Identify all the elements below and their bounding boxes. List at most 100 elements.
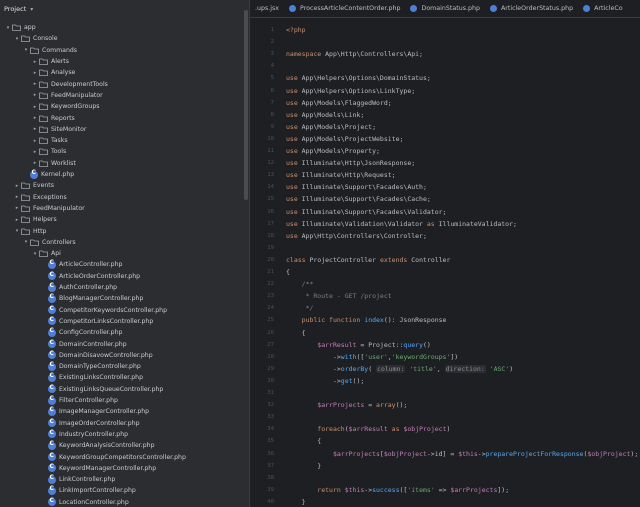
tree-folder[interactable]: ▸ Alerts (0, 56, 249, 67)
code-token: $arrProjects (450, 485, 498, 494)
editor-tab[interactable]: DomainStatus.php (405, 0, 485, 17)
project-scrollbar[interactable] (244, 10, 248, 200)
chevron-right-icon[interactable]: ▸ (31, 149, 39, 155)
line-number: 14 (267, 184, 274, 191)
editor-tab[interactable]: ProcessArticleContentOrder.php (284, 0, 405, 17)
chevron-down-icon[interactable]: ▾ (13, 228, 21, 234)
code-token: $objProject (587, 449, 631, 458)
code-token: $this (344, 485, 365, 494)
tree-folder[interactable]: ▸ KeywordGroups (0, 101, 249, 112)
code-token: Controller (411, 255, 451, 264)
tree-folder[interactable]: ▸ Tools (0, 146, 249, 157)
tree-folder[interactable]: ▾ app (0, 22, 249, 33)
tree-folder[interactable]: ▸ Reports (0, 112, 249, 123)
tree-file[interactable]: ▸LocationController.php (0, 497, 249, 507)
folder-icon (39, 115, 48, 122)
tree-folder[interactable]: ▸ Analyse (0, 67, 249, 78)
code-token: return (286, 485, 345, 494)
tree-file[interactable]: ▸IndustryController.php (0, 429, 249, 440)
tree-item-label: Alerts (51, 58, 69, 66)
code-token: -> (286, 376, 341, 385)
tree-file[interactable]: ▸DomainDisavowController.php (0, 350, 249, 361)
tree-file[interactable]: ▸CompetitorLinksController.php (0, 316, 249, 327)
tree-folder[interactable]: ▸ Tasks (0, 135, 249, 146)
chevron-right-icon[interactable]: ▸ (13, 205, 21, 211)
tree-folder[interactable]: ▾ Api (0, 248, 249, 259)
code-token: use (286, 86, 302, 95)
chevron-down-icon[interactable]: ▾ (4, 25, 12, 31)
chevron-right-icon[interactable]: ▸ (31, 70, 39, 76)
line-number: 8 (270, 111, 274, 118)
tree-folder[interactable]: ▾ Controllers (0, 237, 249, 248)
chevron-down-icon[interactable]: ▾ (22, 47, 30, 53)
tree-folder[interactable]: ▸ Events (0, 180, 249, 191)
code-line: ->with(['user','keywordGroups']) (286, 351, 458, 363)
chevron-right-icon[interactable]: ▸ (31, 59, 39, 65)
tree-item-label: Controllers (42, 238, 76, 246)
tree-folder[interactable]: ▸ FeedManipulator (0, 203, 249, 214)
code-line: use Illuminate\Validation\Validator as I… (286, 218, 517, 230)
tree-folder[interactable]: ▾ Console (0, 33, 249, 44)
chevron-right-icon[interactable]: ▸ (13, 183, 21, 189)
folder-icon (39, 126, 48, 133)
line-number: 10 (267, 135, 274, 142)
tree-file[interactable]: ▸DomainTypeController.php (0, 361, 249, 372)
code-token: App\Helpers\Options\LinkType; (301, 86, 416, 95)
tree-folder[interactable]: ▸ FeedManipulator (0, 90, 249, 101)
chevron-down-icon[interactable]: ▾ (22, 239, 30, 245)
tree-folder[interactable]: ▾ Commands (0, 45, 249, 56)
tree-file[interactable]: ▸Kernel.php (0, 169, 249, 180)
chevron-right-icon[interactable]: ▸ (13, 194, 21, 200)
tree-folder[interactable]: ▾ Http (0, 225, 249, 236)
tree-file[interactable]: ▸LinkImportController.php (0, 485, 249, 496)
tree-file[interactable]: ▸LinkController.php (0, 474, 249, 485)
code-token: -> (286, 352, 341, 361)
tree-item-label: ExistingLinksController.php (59, 374, 144, 382)
tree-file[interactable]: ▸CompetitorKeywordsController.php (0, 305, 249, 316)
editor-tab[interactable]: ArticleCo (578, 0, 627, 17)
tree-file[interactable]: ▸ImageOrderController.php (0, 418, 249, 429)
class-icon (48, 440, 56, 450)
tree-file[interactable]: ▸ImageManagerController.php (0, 406, 249, 417)
chevron-right-icon[interactable]: ▸ (31, 104, 39, 110)
chevron-right-icon[interactable]: ▸ (31, 138, 39, 144)
class-icon (48, 327, 56, 337)
tree-file[interactable]: ▸ArticleOrderController.php (0, 271, 249, 282)
project-panel-header[interactable]: Project ▾ (0, 0, 249, 18)
tree-file[interactable]: ▸DomainController.php (0, 338, 249, 349)
class-icon (48, 418, 56, 428)
tree-file[interactable]: ▸KeywordGroupCompetitorsController.php (0, 451, 249, 462)
tree-file[interactable]: ▸ArticleController.php (0, 259, 249, 270)
chevron-right-icon[interactable]: ▸ (31, 92, 39, 98)
tree-folder[interactable]: ▸ Exceptions (0, 192, 249, 203)
chevron-right-icon[interactable]: ▸ (13, 217, 21, 223)
tree-folder[interactable]: ▸ Worklist (0, 158, 249, 169)
editor-tab-label: .ups.jsx (255, 5, 280, 12)
tree-file[interactable]: ▸ExistingLinksQueueController.php (0, 384, 249, 395)
code-token: */ (286, 304, 314, 313)
tree-file[interactable]: ▸ConfigController.php (0, 327, 249, 338)
tree-file[interactable]: ▸BlogManagerController.php (0, 293, 249, 304)
code-token: ); (630, 449, 639, 458)
tree-folder[interactable]: ▸ Helpers (0, 214, 249, 225)
chevron-down-icon[interactable]: ▾ (30, 6, 33, 13)
tree-file[interactable]: ▸AuthController.php (0, 282, 249, 293)
editor-tab[interactable]: ArticleOrderStatus.php (485, 0, 578, 17)
code-token: 'items' (407, 485, 435, 494)
folder-icon (39, 148, 48, 156)
chevron-down-icon[interactable]: ▾ (31, 251, 39, 257)
chevron-right-icon[interactable]: ▸ (31, 81, 39, 87)
editor-tab[interactable]: .ups.jsx (250, 0, 284, 17)
chevron-right-icon[interactable]: ▸ (31, 126, 39, 132)
chevron-right-icon[interactable]: ▸ (31, 160, 39, 166)
tree-file[interactable]: ▸KeywordAnalysisController.php (0, 440, 249, 451)
tree-file[interactable]: ▸KeywordManagerController.php (0, 463, 249, 474)
tree-folder[interactable]: ▸ SiteMonitor (0, 124, 249, 135)
chevron-down-icon[interactable]: ▾ (13, 36, 21, 42)
tree-folder[interactable]: ▸ DevelopmentTools (0, 79, 249, 90)
tree-file[interactable]: ▸FilterController.php (0, 395, 249, 406)
chevron-right-icon[interactable]: ▸ (31, 115, 39, 121)
tree-file[interactable]: ▸ExistingLinksController.php (0, 372, 249, 383)
code-line: $arrProjects[$objProject->id] = $this->p… (286, 448, 638, 460)
code-editor[interactable]: .ups.jsx ProcessArticleContentOrder.php Do… (250, 0, 640, 507)
